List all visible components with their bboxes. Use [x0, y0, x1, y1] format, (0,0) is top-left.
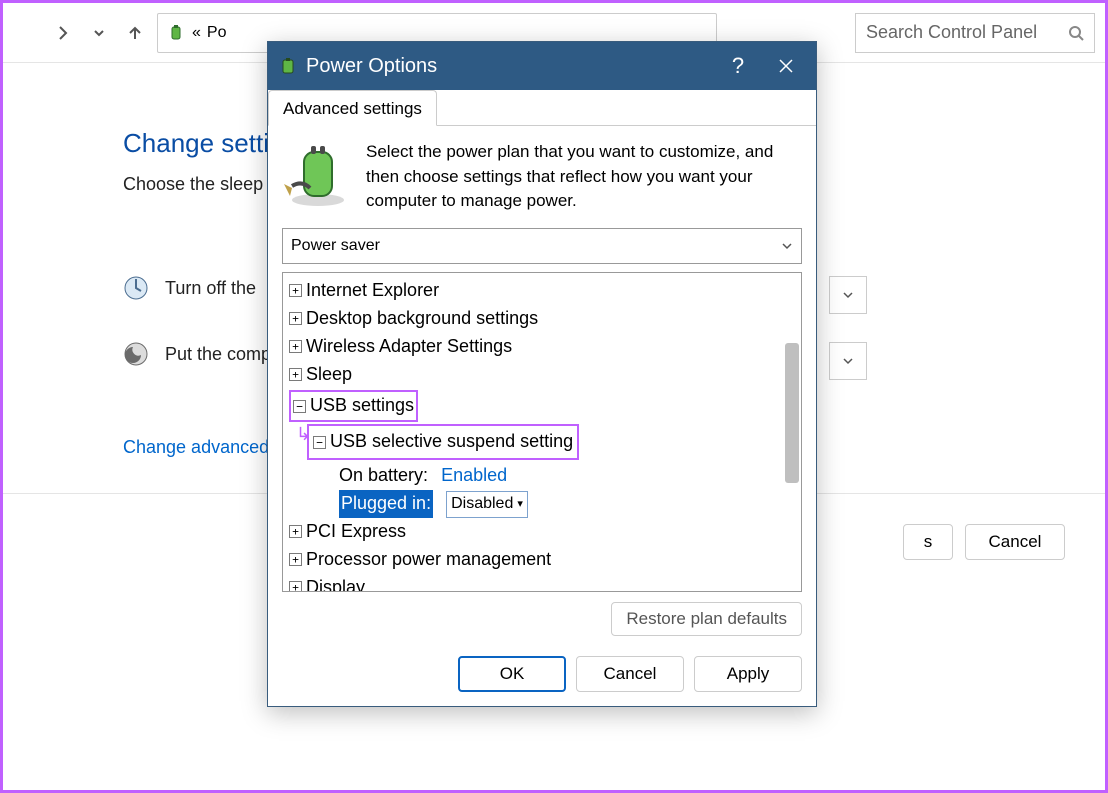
sleep-label: Put the comp: [165, 344, 271, 365]
scrollbar-thumb[interactable]: [785, 343, 799, 483]
dialog-titlebar[interactable]: Power Options ?: [268, 42, 816, 90]
tab-strip: Advanced settings: [268, 90, 816, 126]
tree-item-usb-settings[interactable]: −USB settings: [289, 390, 418, 422]
plugged-in-label: Plugged in:: [339, 490, 433, 518]
battery-large-icon: [282, 140, 354, 212]
apply-button[interactable]: Apply: [694, 656, 802, 692]
plugged-in-select[interactable]: Disabled▾: [446, 491, 528, 518]
ok-button[interactable]: OK: [458, 656, 566, 692]
chevron-down-icon: ▾: [517, 496, 523, 513]
tree-item-pci-express[interactable]: +PCI Express: [289, 518, 795, 546]
nav-back[interactable]: [13, 19, 41, 47]
dialog-intro-text: Select the power plan that you want to c…: [366, 140, 802, 214]
collapse-icon[interactable]: −: [293, 400, 306, 413]
plugged-in-row[interactable]: Plugged in: Disabled▾: [289, 490, 795, 518]
power-plan-select[interactable]: Power saver: [282, 228, 802, 264]
tree-item-sleep[interactable]: +Sleep: [289, 361, 795, 389]
expand-icon[interactable]: +: [289, 340, 302, 353]
collapse-icon[interactable]: −: [313, 436, 326, 449]
expand-icon[interactable]: +: [289, 312, 302, 325]
display-icon: [123, 275, 149, 301]
cancel-button-bg[interactable]: Cancel: [965, 524, 1065, 560]
expand-icon[interactable]: +: [289, 368, 302, 381]
tree-item-processor-power[interactable]: +Processor power management: [289, 546, 795, 574]
sleep-dropdown[interactable]: [829, 342, 867, 380]
breadcrumb-text: Po: [207, 24, 227, 42]
search-input[interactable]: Search Control Panel: [855, 13, 1095, 53]
cancel-button[interactable]: Cancel: [576, 656, 684, 692]
on-battery-value[interactable]: Enabled: [441, 462, 507, 490]
help-button[interactable]: ?: [718, 46, 758, 86]
tree-item-wireless-adapter[interactable]: +Wireless Adapter Settings: [289, 333, 795, 361]
restore-defaults-button[interactable]: Restore plan defaults: [611, 602, 802, 636]
tree-item-desktop-background[interactable]: +Desktop background settings: [289, 305, 795, 333]
nav-recent-dropdown[interactable]: [85, 19, 113, 47]
sleep-icon: [123, 341, 149, 367]
tree-item-internet-explorer[interactable]: +Internet Explorer: [289, 277, 795, 305]
breadcrumb-prefix: «: [192, 24, 201, 42]
expand-icon[interactable]: +: [289, 581, 302, 592]
expand-icon[interactable]: +: [289, 284, 302, 297]
settings-tree[interactable]: +Internet Explorer +Desktop background s…: [282, 272, 802, 592]
expand-icon[interactable]: +: [289, 525, 302, 538]
expand-icon[interactable]: +: [289, 553, 302, 566]
on-battery-row[interactable]: On battery: Enabled: [289, 462, 795, 490]
tree-item-usb-selective-suspend[interactable]: −USB selective suspend setting: [307, 424, 579, 460]
turn-off-display-label: Turn off the: [165, 278, 256, 299]
display-dropdown[interactable]: [829, 276, 867, 314]
nav-forward[interactable]: [49, 19, 77, 47]
chevron-down-icon: [781, 240, 793, 252]
dialog-title: Power Options: [306, 55, 437, 78]
battery-small-icon: [278, 56, 298, 76]
address-icon: [166, 23, 186, 43]
power-options-dialog: Power Options ? Advanced settings Select…: [267, 41, 817, 707]
nav-up[interactable]: [121, 19, 149, 47]
annotation-arrow: ↳: [296, 421, 311, 449]
search-icon: [1068, 25, 1084, 41]
tab-advanced-settings[interactable]: Advanced settings: [268, 90, 437, 126]
tree-item-display-setting[interactable]: +Display: [289, 574, 795, 592]
search-placeholder: Search Control Panel: [866, 22, 1037, 43]
change-advanced-link[interactable]: Change advanced: [123, 437, 269, 458]
save-changes-button-partial[interactable]: s: [903, 524, 953, 560]
close-button[interactable]: [766, 46, 806, 86]
power-plan-value: Power saver: [291, 237, 380, 255]
